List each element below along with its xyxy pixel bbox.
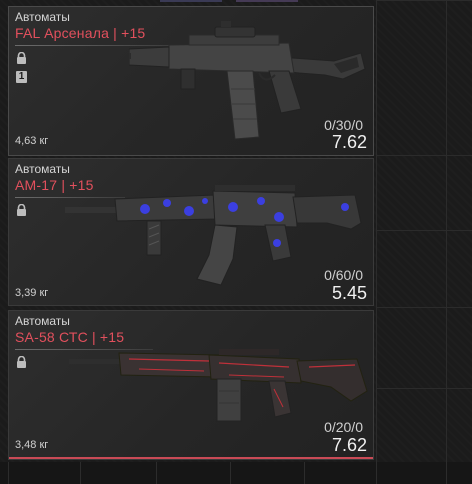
weapon-sa58-image [69, 349, 368, 422]
weapon-card-fal[interactable]: Автоматы FAL Арсенала | +15 1 4,63 кг 0/… [8, 6, 374, 156]
weapon-category: Автоматы [15, 314, 70, 328]
grid-divider [376, 0, 472, 1]
weapon-name: FAL Арсенала | +15 [15, 25, 146, 41]
grid-divider [376, 307, 472, 308]
grid-divider [446, 0, 447, 484]
weapon-caliber: 7.62 [331, 435, 367, 455]
weapon-ammo: 0/20/0 [324, 419, 363, 435]
weapon-name: SA-58 СТС | +15 [15, 329, 125, 345]
weapon-ammo: 0/60/0 [324, 267, 363, 283]
lock-icon [17, 204, 26, 216]
weapon-am17-image [65, 185, 362, 286]
lock-icon [17, 52, 26, 64]
rank-badge-icon: 1 [16, 71, 27, 83]
weapon-card-sa58[interactable]: Автоматы SA-58 СТС | +15 3,48 кг 0/20/0 … [8, 310, 374, 460]
weapon-weight: 3,48 кг [15, 439, 49, 451]
weapon-weight: 4,63 кг [15, 135, 49, 147]
weapon-weight: 3,39 кг [15, 287, 49, 299]
empty-slot-row [0, 462, 472, 484]
lock-icon [17, 356, 26, 368]
weapon-ammo: 0/30/0 [324, 117, 363, 133]
weapon-card-am17[interactable]: Автоматы АМ-17 | +15 3,39 кг 0/60/0 5.45 [8, 158, 374, 306]
weapon-category: Автоматы [15, 10, 70, 24]
weapon-caliber: 7.62 [331, 132, 367, 152]
grid-divider [376, 388, 472, 389]
grid-divider [376, 0, 377, 484]
grid-divider [376, 230, 472, 231]
grid-divider [376, 155, 472, 156]
inventory-weapons-panel: Автоматы FAL Арсенала | +15 1 4,63 кг 0/… [0, 0, 472, 484]
weapon-caliber: 5.45 [331, 283, 367, 303]
selected-underline [9, 457, 373, 459]
weapon-category: Автоматы [15, 162, 70, 176]
